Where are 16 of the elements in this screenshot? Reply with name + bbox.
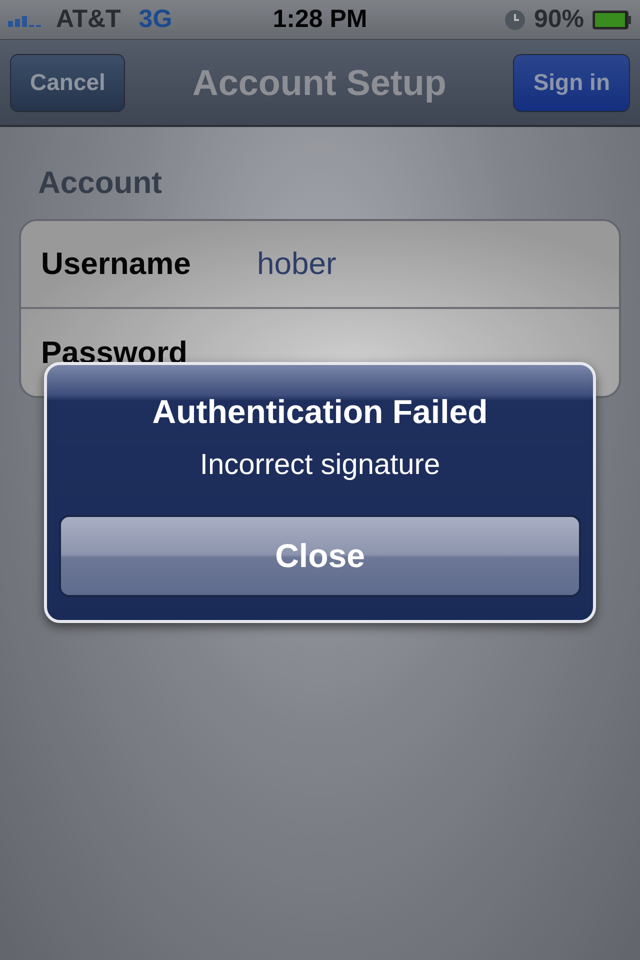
network-type: 3G <box>138 5 172 34</box>
battery-percent: 90% <box>534 5 584 34</box>
status-time: 1:28 PM <box>272 5 368 34</box>
input-field[interactable]: hober <box>257 246 336 282</box>
nav-title: Account Setup <box>192 62 446 104</box>
battery-icon <box>592 10 632 30</box>
section-header: Account <box>38 165 163 201</box>
field-label: Password <box>41 335 188 371</box>
alert-title: Authentication Failed <box>152 393 488 431</box>
clock-icon <box>504 8 526 30</box>
carrier-name: AT&T <box>56 5 121 34</box>
alert-message: Incorrect signature <box>200 449 440 482</box>
sign-in-button[interactable]: Sign in <box>513 54 630 112</box>
close-button[interactable]: Close <box>59 515 581 597</box>
cancel-button[interactable]: Cancel <box>10 54 126 112</box>
field-label: Username <box>41 246 192 282</box>
